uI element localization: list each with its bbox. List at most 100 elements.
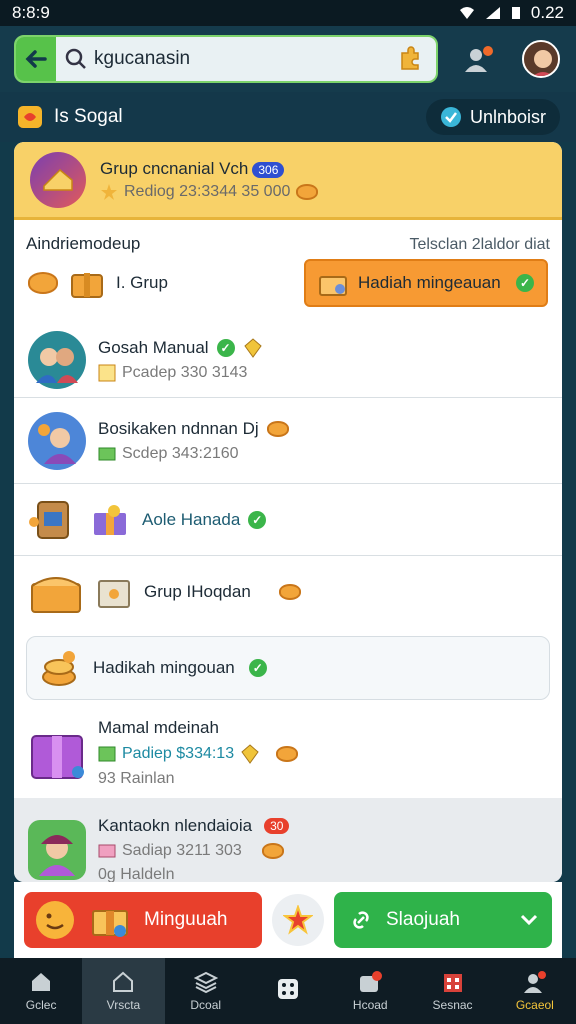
gem-icon — [241, 744, 259, 764]
top-bar: kgucanasin — [0, 26, 576, 92]
list-item[interactable]: Aole Hanada ✓ — [14, 484, 562, 556]
list-item-name: Mamal mdeinah — [98, 718, 219, 737]
search-input[interactable]: kgucanasin — [94, 48, 396, 70]
home-icon — [32, 973, 51, 991]
star-icon — [101, 183, 117, 200]
list-item-extra: 0g Haldeln — [98, 866, 175, 882]
grup-row: I. Grup Hadiah mingeauan ✓ — [14, 254, 562, 312]
star-icon — [283, 905, 313, 935]
list-item-sub: Padiep $334:13 — [98, 744, 299, 764]
list-item[interactable]: Mamal mdeinah Padiep $334:13 93 Rainlan — [14, 708, 562, 798]
list-item-name: Grup IHoqdan — [144, 582, 301, 602]
nav-label: Gclec — [25, 998, 57, 1012]
group-avatar — [28, 330, 86, 389]
star-button[interactable] — [272, 894, 324, 946]
nav-item-sesnac[interactable]: Sesnac — [411, 958, 493, 1024]
list-item-sub: Scdep 343:2160 — [98, 445, 289, 463]
featured-badge: 306 — [252, 161, 285, 178]
weekly-reward-card-label: Hadikah mingouan — [93, 658, 235, 677]
chest-icon — [71, 273, 103, 298]
star-icon — [98, 364, 116, 381]
box-icon — [98, 580, 130, 608]
list-header-right: Telsclan 2laldor diat — [409, 236, 550, 253]
friends-button[interactable] — [458, 37, 500, 81]
featured-group-avatar — [30, 151, 86, 208]
section-bar: Is Sogal Unlnboisr — [0, 92, 576, 142]
robot-chest-icon — [29, 500, 69, 539]
coin-stack-icon — [28, 272, 58, 294]
gift-box-icon — [94, 504, 126, 535]
nav-label: Gcaeol — [515, 998, 554, 1012]
nav-item-gcaeol[interactable]: Gcaeol — [494, 958, 576, 1024]
nav-item-vrscta[interactable]: Vrscta — [82, 958, 165, 1024]
weekly-reward-button[interactable]: Hadiah mingeauan ✓ — [304, 259, 548, 307]
join-button[interactable]: Slaojuah — [334, 892, 552, 948]
link-icon — [353, 911, 369, 929]
store-icon — [443, 974, 462, 992]
status-time: 8:8:9 — [12, 3, 50, 22]
purple-gift-icon — [31, 735, 84, 779]
list-item-extra: 93 Rainlan — [98, 770, 175, 787]
action-bar: Minguuah Slaojuah — [14, 882, 562, 958]
weekly-button-label: Minguuah — [144, 909, 228, 930]
nav-item-home[interactable]: Gclec — [0, 958, 82, 1024]
list-item-name: Gosah Manual ✓ — [98, 338, 263, 358]
unblock-button[interactable]: Unlnboisr — [425, 99, 560, 135]
gem-icon — [243, 337, 262, 358]
featured-group[interactable]: Grup cncnanial Vch 306 Rediog 23:3344 35 … — [14, 142, 562, 220]
list-item-sub: Pcadep 330 3143 — [98, 364, 263, 382]
nav-item-dice[interactable] — [247, 958, 329, 1024]
nav-label: Sesnac — [432, 998, 473, 1012]
chevron-down-icon — [520, 914, 538, 926]
check-icon: ✓ — [248, 510, 267, 529]
status-battery: 0.22 — [530, 3, 564, 22]
gift-box-icon — [319, 276, 347, 296]
coin-icon — [261, 843, 284, 859]
coin-stack-icon — [42, 651, 76, 686]
battery-icon — [511, 7, 520, 19]
notification-icon — [360, 971, 383, 992]
grup-label: I. Grup — [116, 273, 168, 292]
arrow-left-icon — [25, 50, 47, 68]
featured-group-name: Grup cncnanial Vch 306 — [100, 159, 318, 179]
nav-item-hcoad[interactable]: Hcoad — [329, 958, 411, 1024]
check-icon: ✓ — [516, 274, 534, 292]
nav-label: Dcoal — [190, 998, 222, 1012]
back-button[interactable] — [16, 37, 56, 81]
weekly-button[interactable]: Minguuah — [24, 892, 262, 948]
notification-badge: 30 — [264, 818, 290, 834]
featured-sub-text: Rediog 23:3344 35 000 — [124, 182, 291, 200]
featured-group-sub: Rediog 23:3344 35 000 — [100, 182, 319, 201]
coin-icon — [278, 584, 301, 600]
house-outline-icon — [113, 971, 134, 992]
group-avatar — [28, 820, 86, 880]
coin-icon — [266, 420, 289, 437]
nav-item-dcoal[interactable]: Dcoal — [165, 958, 247, 1024]
weekly-reward-card[interactable]: Hadikah mingouan ✓ — [26, 636, 550, 700]
ticket-icon — [98, 844, 116, 858]
list-item-name: Bosikaken ndnnan Dj — [98, 419, 289, 439]
list-item-name: Aole Hanada ✓ — [142, 510, 267, 530]
group-avatar — [28, 411, 86, 470]
mail-icon — [98, 746, 116, 762]
profile-button[interactable] — [520, 37, 562, 81]
status-bar: 8:8:9 0.22 — [0, 0, 576, 26]
coin-icon — [276, 746, 299, 762]
avatar — [522, 40, 560, 78]
unblock-icon — [440, 107, 461, 127]
cash-icon — [98, 447, 116, 460]
list-item[interactable]: Kantaokn nlendaioia 30 Sadiap 3211 303 0g… — [14, 798, 562, 882]
section-title: Is Sogal — [16, 103, 123, 131]
search-bar: kgucanasin — [14, 35, 438, 83]
list-header-left: Aindriemodeup — [26, 234, 141, 253]
gift-box-icon — [92, 910, 128, 937]
list-item[interactable]: Bosikaken ndnnan Dj Scdep 343:2160 — [14, 398, 562, 484]
layers-icon — [193, 971, 218, 994]
signal-icon — [485, 7, 500, 19]
list-item-name: Kantaokn nlendaioia 30 — [98, 816, 290, 836]
wifi-icon — [459, 7, 474, 19]
puzzle-icon[interactable] — [396, 45, 424, 73]
list-item[interactable]: Gosah Manual ✓ Pcadep 330 3143 — [14, 322, 562, 398]
list-item[interactable]: Grup IHoqdan — [14, 556, 562, 628]
group-list-panel: Grup cncnanial Vch 306 Rediog 23:3344 35 … — [14, 142, 562, 882]
